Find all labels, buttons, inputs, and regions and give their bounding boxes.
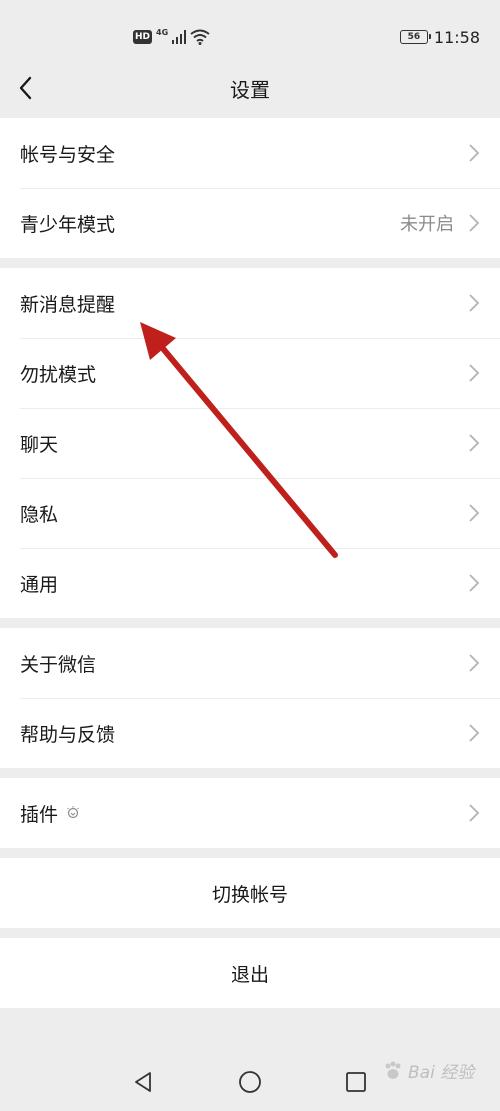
settings-group-plugins: 插件 (0, 778, 500, 848)
settings-row-chat[interactable]: 聊天 (0, 408, 500, 478)
youth-mode-status: 未开启 (400, 214, 454, 235)
settings-row-general[interactable]: 通用 (0, 548, 500, 618)
switch-account-button[interactable]: 切换帐号 (0, 858, 500, 928)
chevron-right-icon (469, 434, 480, 452)
watermark: Bai 经验 (382, 1058, 474, 1083)
chevron-right-icon (469, 804, 480, 822)
row-label: 勿扰模式 (20, 363, 97, 386)
settings-row-plugins[interactable]: 插件 (0, 778, 500, 848)
nav-back-icon[interactable] (131, 1070, 155, 1094)
row-label: 隐私 (20, 503, 59, 526)
settings-row-youth-mode[interactable]: 青少年模式 未开启 (0, 188, 500, 258)
chevron-right-icon (469, 144, 480, 162)
chevron-right-icon (469, 654, 480, 672)
row-label: 帮助与反馈 (20, 723, 116, 746)
settings-row-do-not-disturb[interactable]: 勿扰模式 (0, 338, 500, 408)
watermark-text: Bai 经验 (408, 1063, 475, 1083)
paw-icon (385, 1061, 401, 1079)
chevron-right-icon (469, 724, 480, 742)
chevron-right-icon (469, 214, 480, 232)
settings-row-new-message-notifications[interactable]: 新消息提醒 (0, 268, 500, 338)
settings-group-general: 新消息提醒 勿扰模式 聊天 隐私 通用 (0, 268, 500, 618)
chevron-right-icon (469, 364, 480, 382)
status-right: 56 11:58 (399, 26, 480, 48)
settings-row-account-security[interactable]: 帐号与安全 (0, 118, 500, 188)
settings-row-privacy[interactable]: 隐私 (0, 478, 500, 548)
chevron-right-icon (469, 574, 480, 592)
row-label: 关于微信 (20, 653, 97, 676)
network-type: 4G (156, 27, 169, 37)
wifi-icon (190, 29, 210, 45)
battery-level: 56 (407, 32, 421, 42)
bulb-icon (67, 806, 79, 819)
page-title: 设置 (230, 78, 270, 102)
chevron-right-icon (469, 504, 480, 522)
battery-icon: 56 (399, 30, 431, 44)
settings-row-help-feedback[interactable]: 帮助与反馈 (0, 698, 500, 768)
nav-recents-icon[interactable] (344, 1070, 368, 1094)
settings-group-account: 帐号与安全 青少年模式 未开启 (0, 118, 500, 258)
clock: 11:58 (433, 27, 480, 47)
logout-label: 退出 (230, 963, 269, 986)
row-label: 通用 (20, 573, 59, 596)
row-label: 青少年模式 (20, 213, 116, 236)
row-label: 聊天 (20, 433, 59, 456)
hd-badge: HD (133, 30, 153, 44)
row-label: 新消息提醒 (20, 293, 116, 316)
nav-bar: 设置 (0, 62, 500, 114)
logout-button[interactable]: 退出 (0, 938, 500, 1008)
plugins-label: 插件 (20, 803, 59, 826)
chevron-right-icon (469, 294, 480, 312)
row-label: 帐号与安全 (20, 143, 116, 166)
status-indicators: HD 4G (133, 26, 210, 48)
row-label: 插件 (20, 800, 80, 827)
nav-home-icon[interactable] (238, 1070, 262, 1094)
switch-account-label: 切换帐号 (211, 883, 288, 906)
settings-row-about-wechat[interactable]: 关于微信 (0, 628, 500, 698)
status-bar: HD 4G 56 11:58 (0, 0, 500, 70)
signal-icon (172, 30, 187, 44)
settings-group-about: 关于微信 帮助与反馈 (0, 628, 500, 768)
